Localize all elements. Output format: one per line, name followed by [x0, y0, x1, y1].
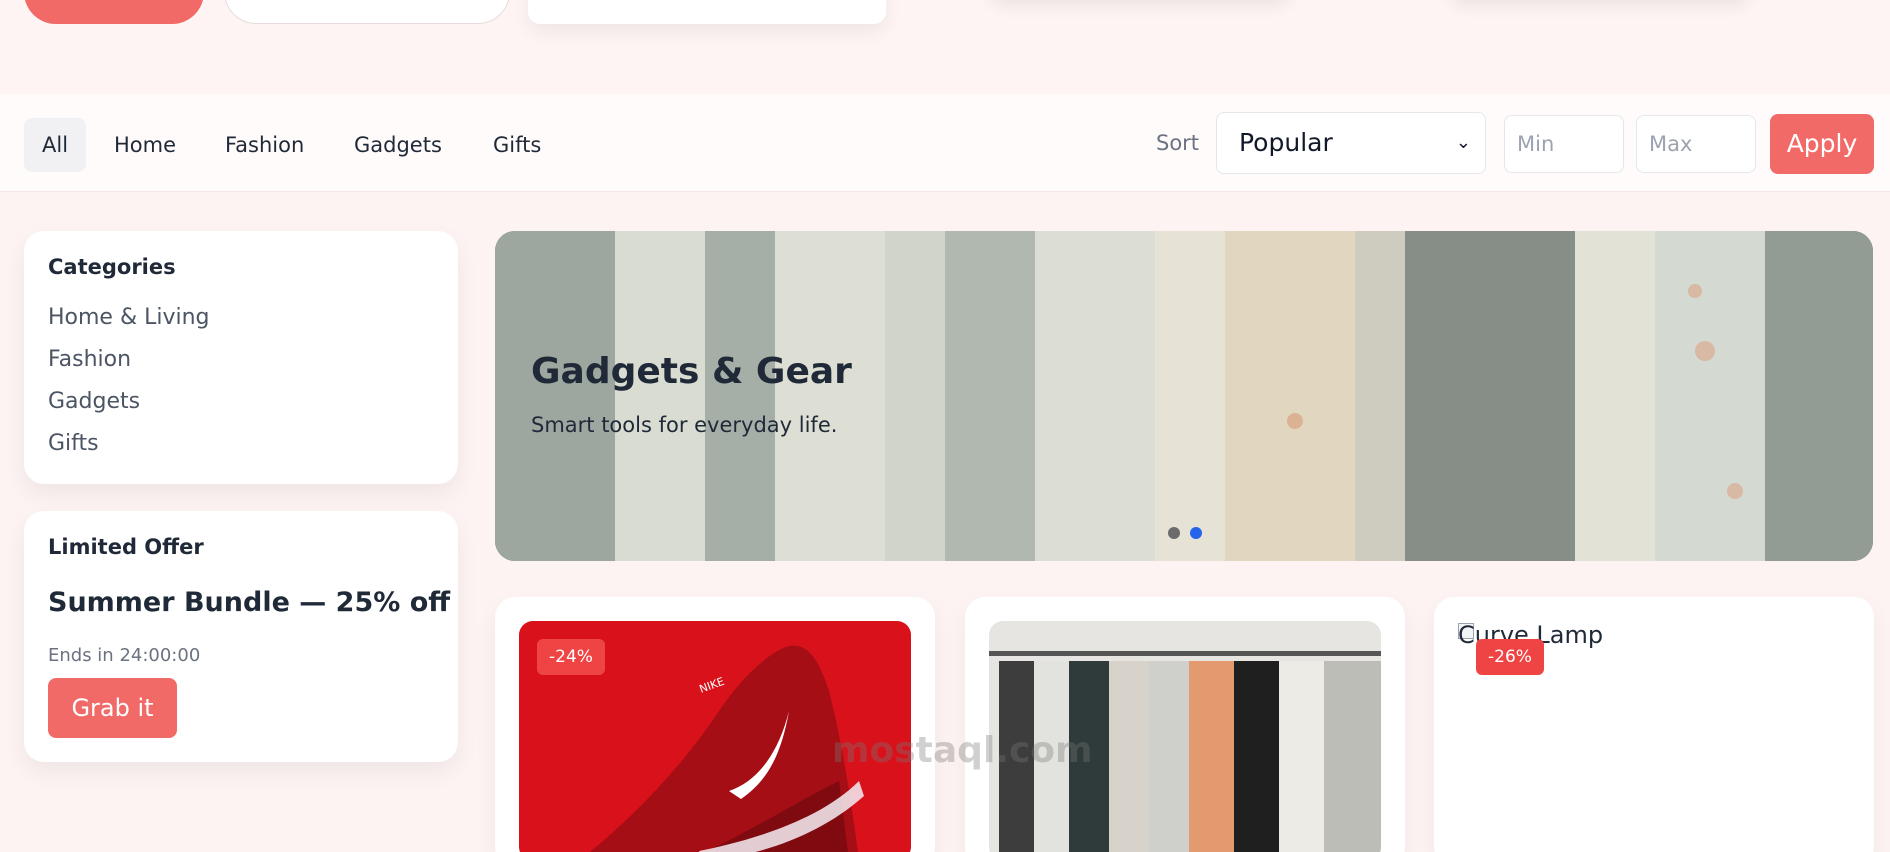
hero-image: [495, 231, 1873, 561]
hero-subtitle: Smart tools for everyday life.: [531, 413, 838, 437]
chip-gifts[interactable]: Gifts: [475, 118, 559, 172]
product-card[interactable]: Curve Lamp -26%: [1434, 597, 1874, 852]
min-price-input[interactable]: Min: [1504, 115, 1624, 173]
category-home-living[interactable]: Home & Living: [48, 305, 210, 330]
offer-countdown: Ends in 24:00:00: [48, 645, 201, 666]
category-gadgets[interactable]: Gadgets: [48, 389, 140, 414]
chip-gadgets[interactable]: Gadgets: [336, 118, 460, 172]
product-card[interactable]: [965, 597, 1405, 852]
max-price-input[interactable]: Max: [1636, 115, 1756, 173]
carousel-dot-2[interactable]: [1190, 527, 1202, 539]
hero-banner: Gadgets & Gear Smart tools for everyday …: [495, 231, 1873, 561]
limited-offer-card: Limited Offer Summer Bundle — 25% off En…: [24, 511, 458, 762]
sort-label: Sort: [1156, 131, 1200, 155]
hero-title: Gadgets & Gear: [531, 351, 852, 392]
offer-title: Summer Bundle — 25% off: [48, 587, 451, 618]
categories-card: Categories Home & Living Fashion Gadgets…: [24, 231, 458, 484]
chevron-down-icon: ⌄: [1455, 132, 1471, 153]
watermark: mostaql.com: [832, 730, 1093, 771]
top-primary-button[interactable]: [24, 0, 204, 24]
top-secondary-button[interactable]: [224, 0, 510, 24]
top-card: [528, 0, 886, 24]
product-card[interactable]: NIKE -24%: [495, 597, 935, 852]
offer-heading: Limited Offer: [48, 535, 204, 559]
carousel-dot-1[interactable]: [1168, 527, 1180, 539]
chip-home[interactable]: Home: [96, 118, 194, 172]
grab-it-button[interactable]: Grab it: [48, 678, 177, 738]
apply-button[interactable]: Apply: [1770, 114, 1874, 174]
sort-select[interactable]: Popular ⌄: [1216, 112, 1486, 174]
categories-title: Categories: [48, 255, 176, 279]
discount-badge: -24%: [537, 639, 605, 675]
category-fashion[interactable]: Fashion: [48, 347, 131, 372]
discount-badge: -26%: [1476, 639, 1544, 675]
chip-fashion[interactable]: Fashion: [207, 118, 322, 172]
chip-all[interactable]: All: [24, 118, 87, 172]
category-gifts[interactable]: Gifts: [48, 431, 99, 456]
sort-select-value: Popular: [1239, 128, 1333, 157]
